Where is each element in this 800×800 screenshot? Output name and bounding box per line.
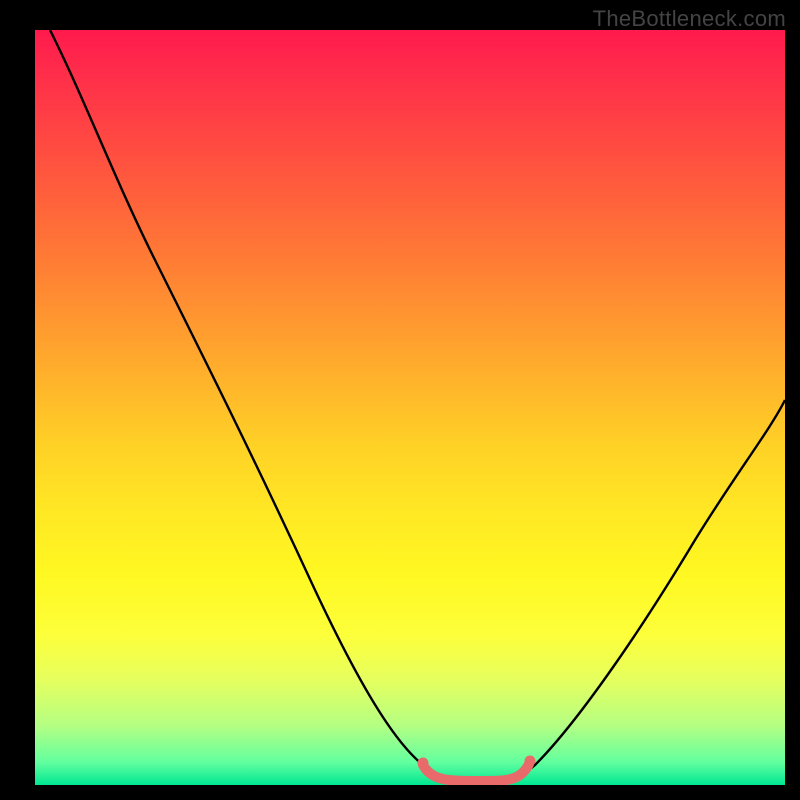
watermark-text: TheBottleneck.com xyxy=(593,6,786,32)
marker-dot-right xyxy=(525,756,536,767)
curve-layer xyxy=(35,30,785,785)
plot-area xyxy=(35,30,785,785)
marker-dot-left xyxy=(418,758,429,769)
chart-frame: TheBottleneck.com xyxy=(0,0,800,800)
bottleneck-curve xyxy=(50,30,785,779)
minimum-marker xyxy=(423,764,529,781)
